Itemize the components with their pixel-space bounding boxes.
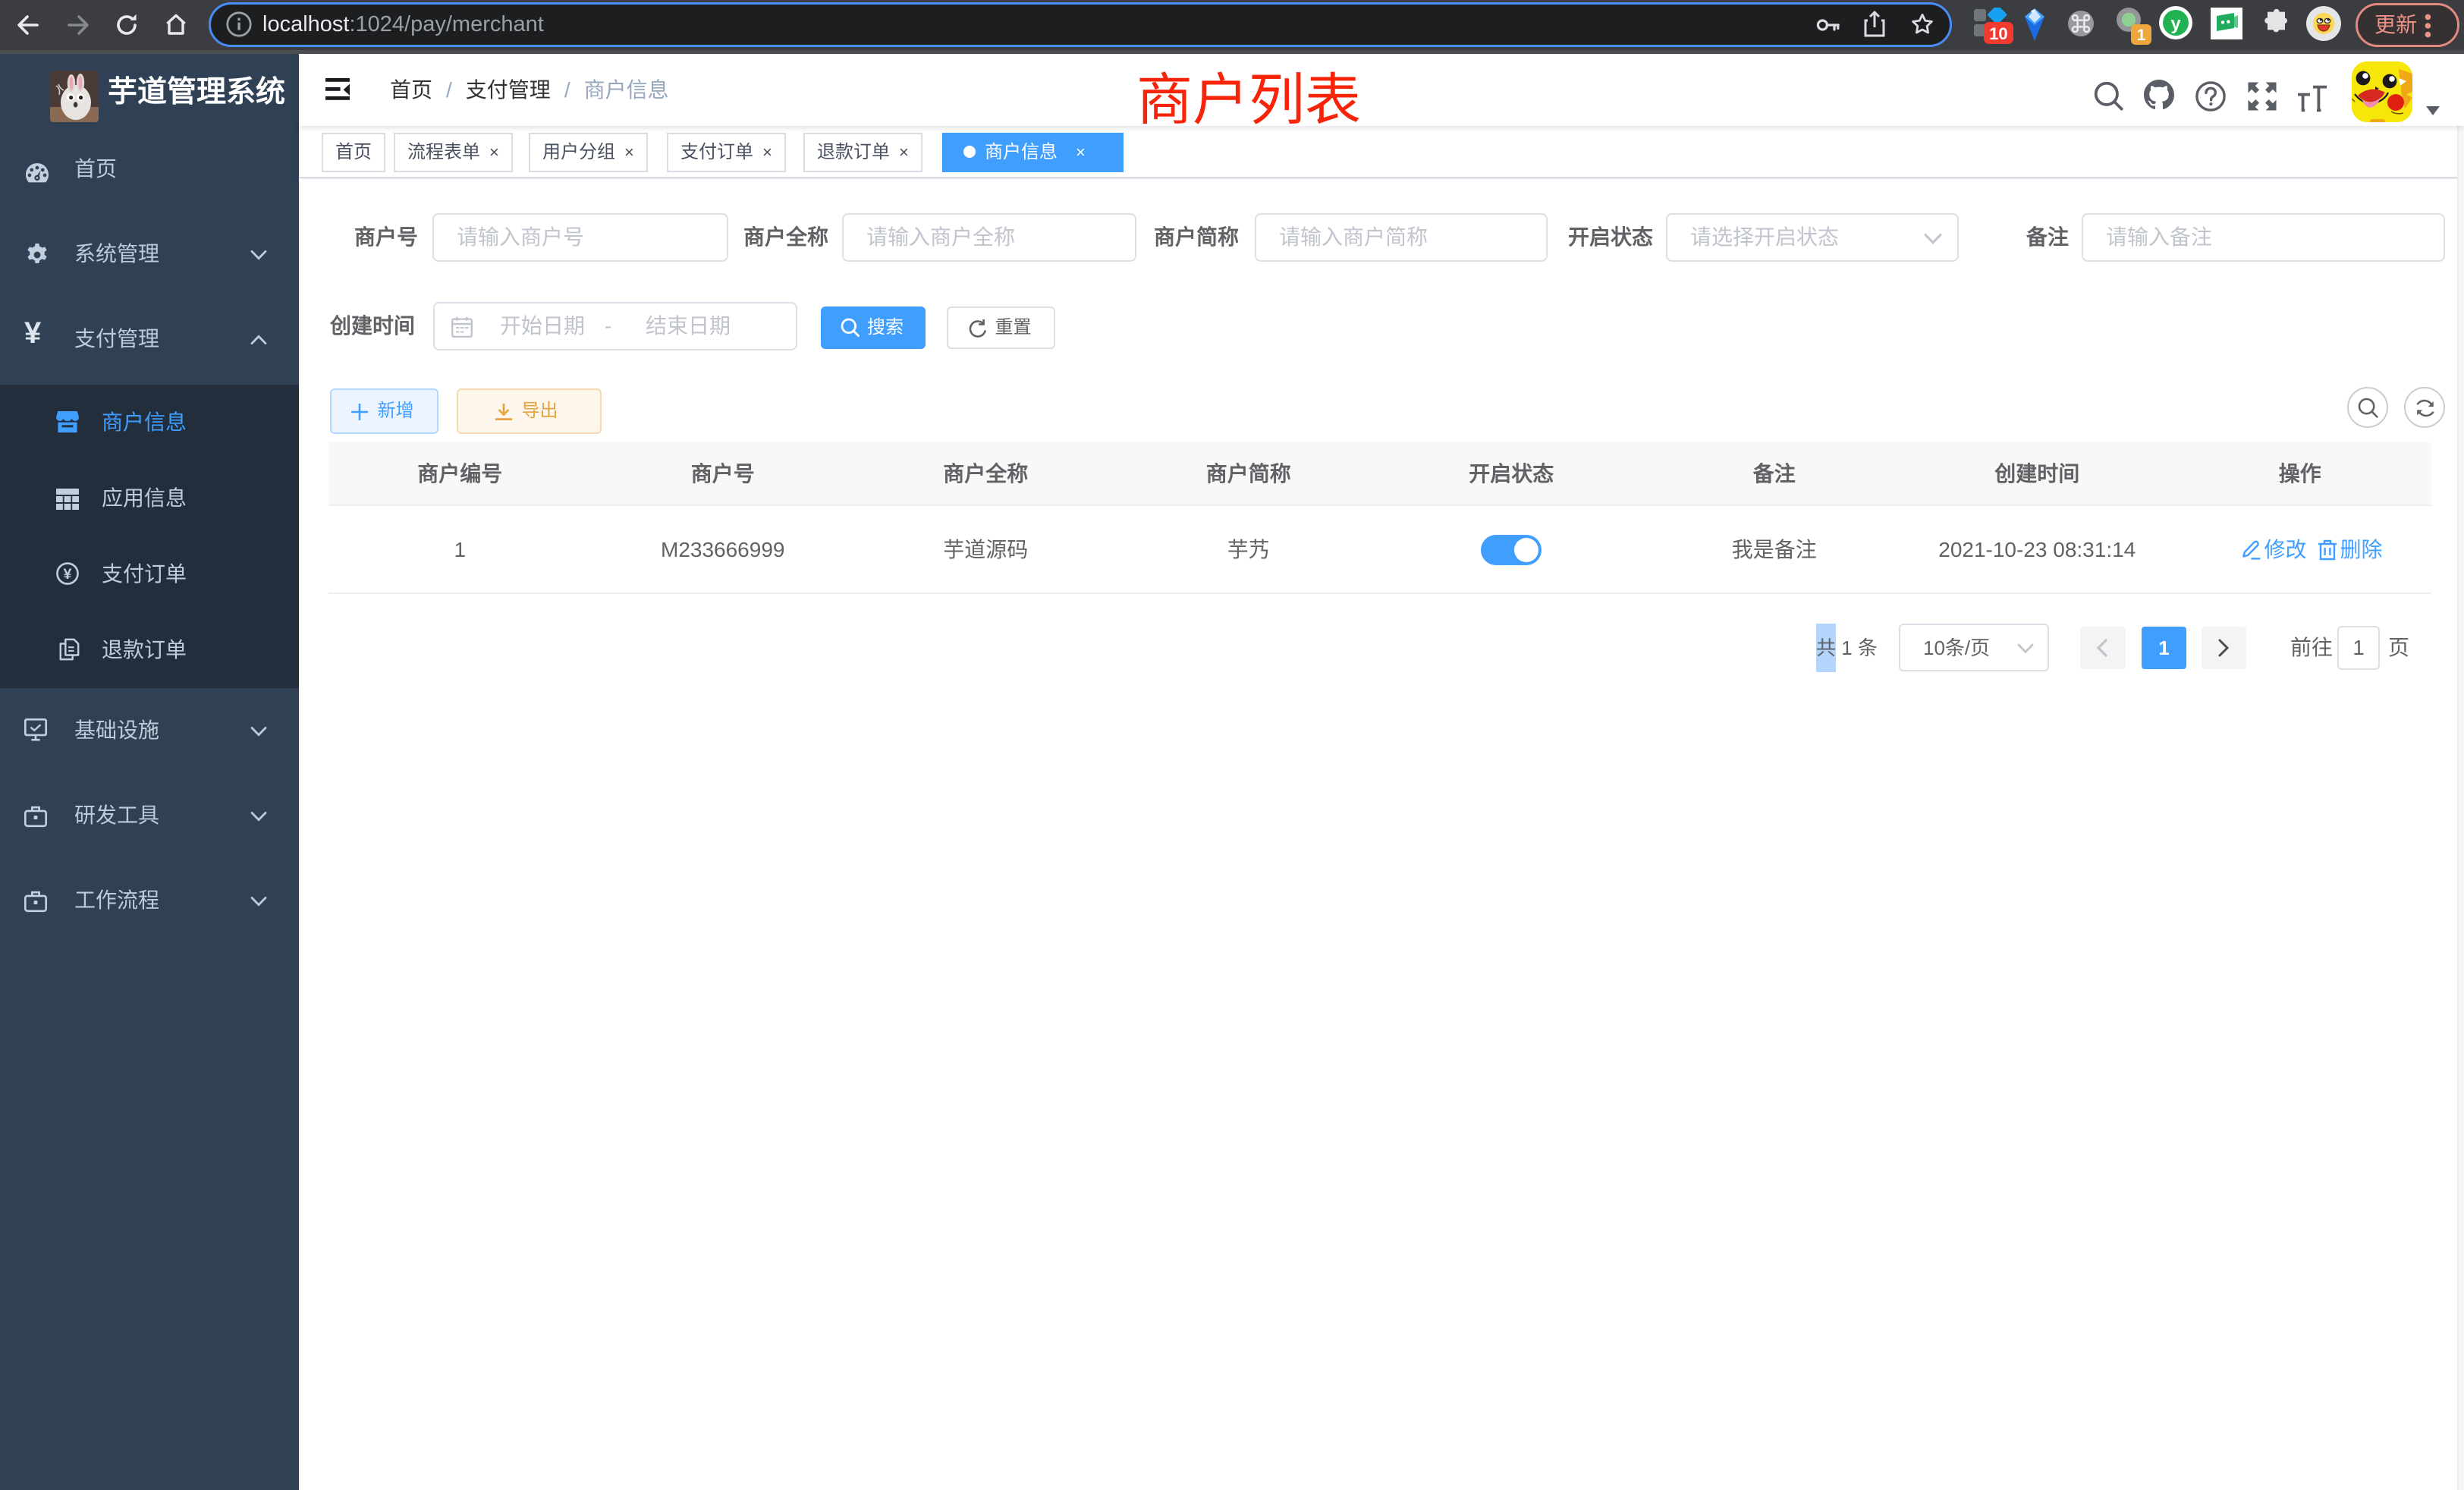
svg-text:1: 1: [2137, 27, 2146, 44]
svg-text:y: y: [2170, 14, 2181, 34]
svg-text:10: 10: [1989, 24, 2007, 43]
svg-text:¥: ¥: [64, 566, 72, 583]
